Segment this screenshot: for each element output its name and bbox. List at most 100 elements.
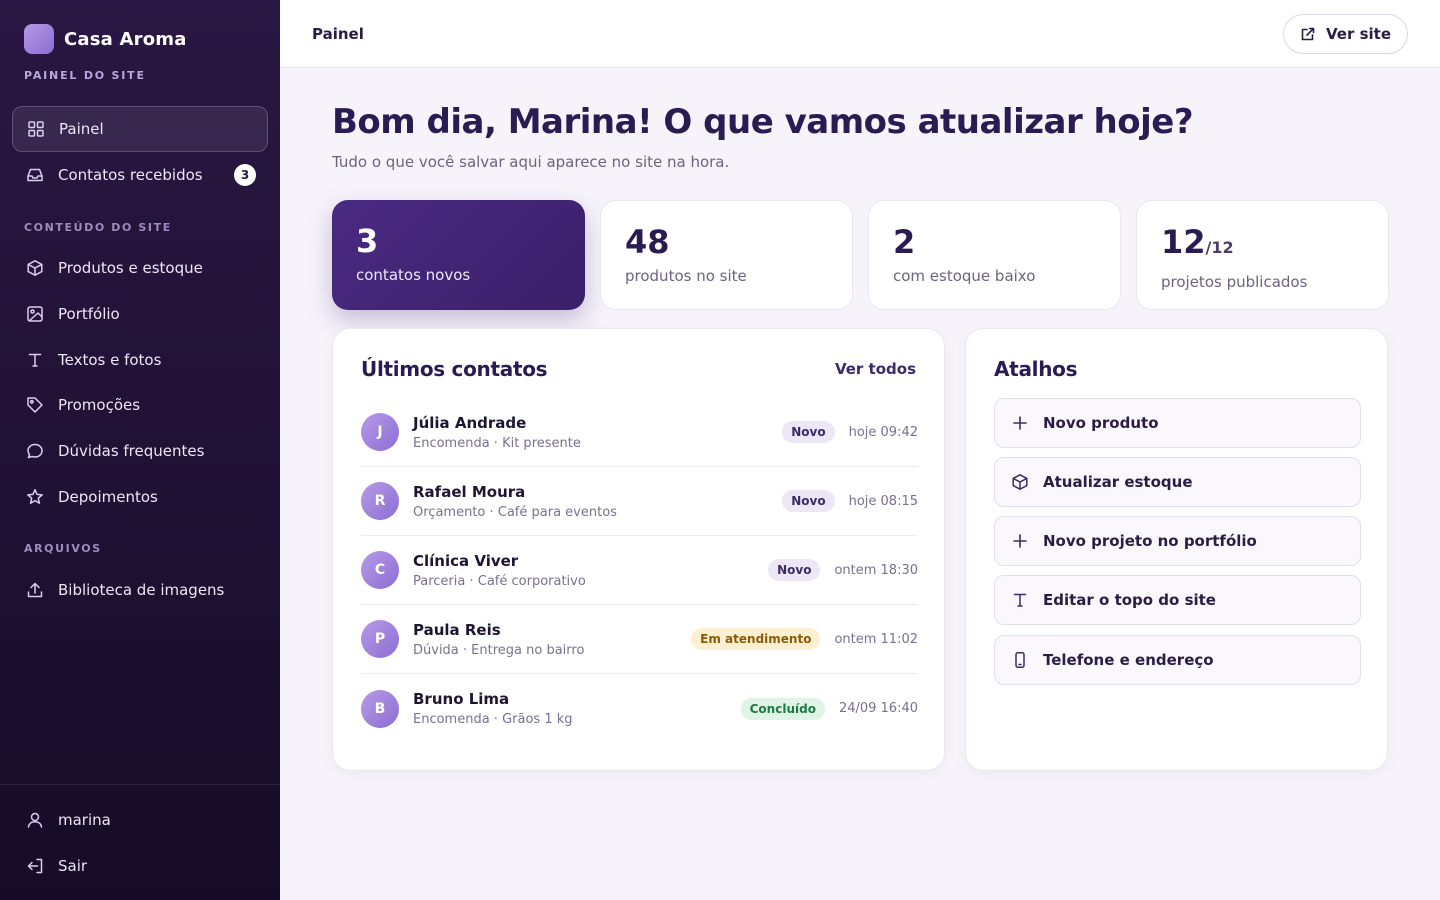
star-icon (26, 488, 44, 506)
inbox-icon (26, 166, 44, 184)
recent-contacts-card: Últimos contatos Ver todos J Júlia Andra… (332, 328, 945, 771)
stat-value: 48 (625, 223, 670, 261)
sidebar-item-label: Depoimentos (58, 488, 158, 506)
recent-contacts-title: Últimos contatos (361, 357, 548, 381)
shortcut-phone-address[interactable]: Telefone e endereço (994, 635, 1361, 685)
sidebar-item-label: Portfólio (58, 305, 120, 323)
sidebar-item-portfolio[interactable]: Portfólio (12, 291, 268, 337)
stat-card-products[interactable]: 48 produtos no site (600, 200, 853, 310)
sidebar-item-produtos[interactable]: Produtos e estoque (12, 245, 268, 291)
status-badge: Novo (768, 559, 821, 581)
contact-text: Paula Reis Dúvida · Entrega no bairro (413, 621, 691, 658)
contact-detail: Parceria · Café corporativo (413, 573, 586, 589)
grid-icon (27, 120, 45, 138)
contact-name: Paula Reis (413, 620, 501, 639)
chat-icon (26, 442, 44, 460)
sidebar-item-label: Textos e fotos (58, 351, 162, 369)
sidebar-item-textos[interactable]: Textos e fotos (12, 337, 268, 383)
stat-denominator: /12 (1205, 238, 1234, 257)
sidebar-item-label: marina (58, 811, 111, 829)
contact-row[interactable]: P Paula Reis Dúvida · Entrega no bairro … (361, 605, 918, 674)
sidebar-item-user[interactable]: marina (12, 797, 268, 843)
logout-icon (26, 857, 44, 875)
upload-icon (26, 581, 44, 599)
external-link-icon (1300, 26, 1316, 42)
shortcut-new-product[interactable]: Novo produto (994, 398, 1361, 448)
view-all-link[interactable]: Ver todos (835, 360, 916, 378)
text-icon (1011, 591, 1029, 609)
greeting-title: Bom dia, Marina! O que vamos atualizar h… (332, 102, 1194, 142)
status-badge: Concluído (740, 697, 825, 720)
stat-card-low-stock[interactable]: 2 com estoque baixo (868, 200, 1121, 310)
sidebar-item-painel[interactable]: Painel (12, 106, 268, 152)
plus-icon (1011, 532, 1029, 550)
stat-label: produtos no site (625, 267, 747, 285)
contact-detail: Orçamento · Café para eventos (413, 504, 617, 520)
contact-detail: Encomenda · Kit presente (413, 435, 581, 451)
sidebar-item-depoimentos[interactable]: Depoimentos (12, 474, 268, 520)
contact-time: hoje 08:15 (848, 493, 918, 509)
brand-logo (24, 24, 54, 54)
sidebar: Casa Aroma PAINEL DO SITE Painel Contato… (0, 0, 280, 900)
sidebar-item-contatos[interactable]: Contatos recebidos 3 (12, 152, 268, 198)
shortcut-label: Editar o topo do site (1043, 591, 1216, 609)
sidebar-item-duvidas[interactable]: Dúvidas frequentes (12, 428, 268, 474)
shortcuts-card: Atalhos Novo produto Atualizar estoque N… (965, 328, 1388, 771)
plus-icon (1011, 414, 1029, 432)
brand[interactable]: Casa Aroma (24, 24, 187, 54)
contact-detail: Dúvida · Entrega no bairro (413, 642, 585, 658)
contact-text: Rafael Moura Orçamento · Café para event… (413, 483, 782, 520)
shortcut-label: Telefone e endereço (1043, 651, 1214, 669)
contact-time: ontem 11:02 (834, 631, 918, 647)
sidebar-item-label: Produtos e estoque (58, 259, 203, 277)
stat-label: contatos novos (356, 266, 471, 284)
sidebar-item-label: Promoções (58, 396, 141, 414)
brand-subtitle: PAINEL DO SITE (24, 69, 146, 82)
contact-text: Júlia Andrade Encomenda · Kit presente (413, 414, 782, 451)
greeting-subtitle: Tudo o que você salvar aqui aparece no s… (332, 153, 730, 171)
contact-row[interactable]: C Clínica Viver Parceria · Café corporat… (361, 536, 918, 605)
shortcut-update-stock[interactable]: Atualizar estoque (994, 457, 1361, 507)
contact-name: Bruno Lima (413, 690, 510, 708)
sidebar-divider (0, 784, 280, 785)
contact-row[interactable]: J Júlia Andrade Encomenda · Kit presente… (361, 398, 918, 467)
stat-value: 12 (1161, 223, 1206, 261)
sidebar-item-label: Biblioteca de imagens (58, 581, 225, 599)
shortcuts-title: Atalhos (994, 357, 1078, 381)
avatar: P (361, 620, 399, 658)
shortcut-edit-hero[interactable]: Editar o topo do site (994, 575, 1361, 625)
avatar: R (361, 482, 399, 520)
view-site-button[interactable]: Ver site (1283, 14, 1408, 54)
shortcut-new-project[interactable]: Novo projeto no portfólio (994, 516, 1361, 566)
contact-time: hoje 09:42 (848, 424, 918, 440)
sidebar-item-label: Contatos recebidos (58, 166, 203, 184)
tag-icon (26, 396, 44, 414)
contact-row[interactable]: R Rafael Moura Orçamento · Café para eve… (361, 467, 918, 536)
stat-card-projects[interactable]: 12/12 projetos publicados (1136, 200, 1389, 310)
section-label-content: CONTEÚDO DO SITE (24, 221, 172, 234)
sidebar-item-label: Sair (58, 857, 88, 875)
contact-text: Clínica Viver Parceria · Café corporativ… (413, 552, 768, 589)
avatar: B (361, 689, 399, 728)
brand-name: Casa Aroma (64, 28, 187, 50)
contact-time: 24/09 16:40 (838, 701, 918, 716)
sidebar-item-promocoes[interactable]: Promoções (12, 382, 268, 428)
sidebar-item-sair[interactable]: Sair (12, 843, 268, 889)
contact-row[interactable]: B Bruno Lima Encomenda · Grãos 1 kg Conc… (361, 674, 918, 743)
status-badge: Em atendimento (691, 628, 821, 650)
view-site-label: Ver site (1326, 25, 1391, 43)
image-icon (26, 305, 44, 323)
avatar: J (361, 413, 399, 451)
stat-value-wrap: 12/12 (1161, 223, 1364, 267)
shortcut-label: Novo projeto no portfólio (1043, 532, 1257, 550)
page-title: Painel (312, 25, 364, 43)
stat-card-new-contacts[interactable]: 3 contatos novos (332, 200, 585, 310)
stat-label: com estoque baixo (893, 267, 1036, 285)
contact-text: Bruno Lima Encomenda · Grãos 1 kg (413, 690, 741, 727)
stat-value: 3 (356, 222, 379, 260)
status-badge: Novo (782, 490, 835, 512)
sidebar-item-biblioteca[interactable]: Biblioteca de imagens (12, 567, 268, 613)
status-badge: Novo (782, 421, 835, 443)
box-icon (26, 259, 44, 277)
contact-detail: Encomenda · Grãos 1 kg (413, 712, 573, 727)
